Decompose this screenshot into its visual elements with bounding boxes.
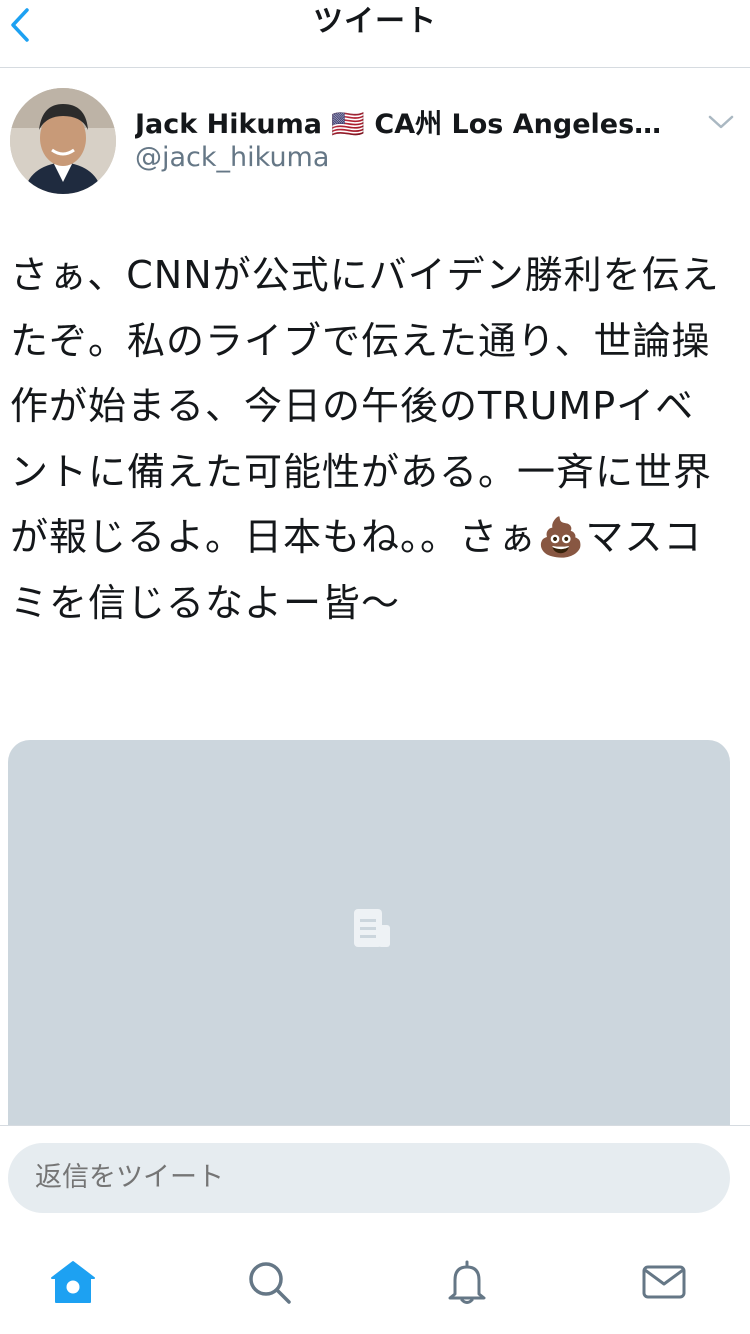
reply-input[interactable] <box>8 1143 730 1213</box>
author-handle[interactable]: @jack_hikuma <box>135 142 329 173</box>
tweet-menu-button[interactable] <box>706 110 736 134</box>
document-icon <box>354 909 390 947</box>
reply-bar <box>0 1125 750 1225</box>
home-icon <box>51 1261 95 1303</box>
tab-notifications[interactable] <box>443 1258 491 1306</box>
search-icon <box>249 1262 291 1304</box>
envelope-icon <box>642 1265 686 1299</box>
tab-search[interactable] <box>245 1258 293 1306</box>
author-name[interactable]: Jack Hikuma 🇺🇸 CA州 Los Angeles… <box>135 102 680 141</box>
chevron-down-icon <box>708 115 734 129</box>
tab-home[interactable] <box>49 1258 97 1306</box>
tweet-text: さぁ、CNNが公式にバイデン勝利を伝えたぞ。私のライブで伝えた通り、世論操作が始… <box>10 253 720 625</box>
bell-icon <box>448 1260 486 1304</box>
avatar-image <box>10 88 116 194</box>
tweet-author-row: Jack Hikuma 🇺🇸 CA州 Los Angeles… @jack_hi… <box>0 68 750 208</box>
bottom-tab-bar <box>0 1228 750 1334</box>
tweet-detail-screen: ツイート Jack Hikuma 🇺🇸 CA州 Los Angeles… @ja… <box>0 0 750 1334</box>
media-card[interactable] <box>8 740 730 1130</box>
top-nav-bar: ツイート <box>0 0 750 68</box>
page-title: ツイート <box>313 4 437 39</box>
tab-messages[interactable] <box>640 1258 688 1306</box>
avatar[interactable] <box>10 88 116 194</box>
